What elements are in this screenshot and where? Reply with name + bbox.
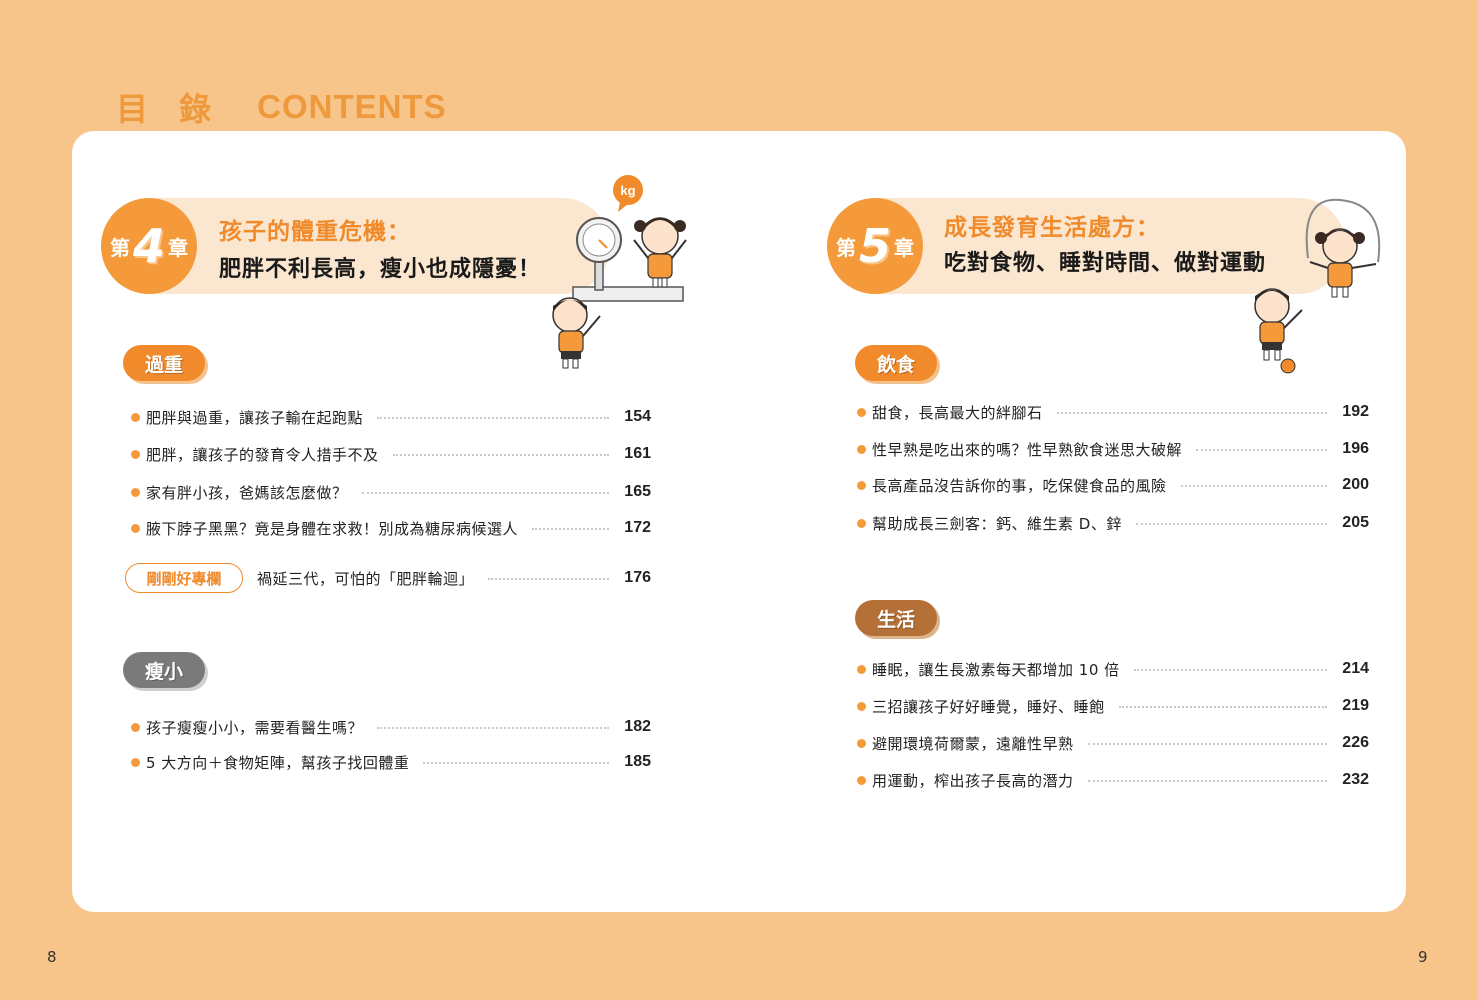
toc-entry[interactable]: 肥胖與過重，讓孩子輸在起跑點 154 <box>131 405 651 429</box>
toc-entry[interactable]: 性早熟是吃出來的嗎？性早熟飲食迷思大破解 196 <box>857 437 1369 461</box>
bullet-icon <box>857 480 866 490</box>
bullet-icon <box>131 412 140 422</box>
page-number-right: 9 <box>1418 948 1428 966</box>
toc-entry[interactable]: 避開環境荷爾蒙，遠離性早熟 226 <box>857 731 1369 755</box>
section-tag-diet: 飲食 <box>855 345 937 381</box>
chapter-4-title: 孩子的體重危機： <box>219 219 411 245</box>
bullet-icon <box>131 757 140 767</box>
toc-entry[interactable]: 家有胖小孩，爸媽該怎麼做？ 165 <box>131 480 651 504</box>
chapter-4-badge: 第 4 章 <box>101 198 197 294</box>
chapter-5-subtitle: 吃對食物、睡對時間、做對運動 <box>944 251 1267 276</box>
toc-column-entry[interactable]: 剛剛好專欄 禍延三代，可怕的「肥胖輪迴」 176 <box>125 563 651 593</box>
toc-entry[interactable]: 幫助成長三劍客：鈣、維生素 D、鋅 205 <box>857 511 1369 535</box>
bullet-icon <box>857 775 866 785</box>
bullet-icon <box>131 487 140 497</box>
bullet-icon <box>857 518 866 528</box>
page-number-left: 8 <box>47 948 57 966</box>
bullet-icon <box>131 449 140 459</box>
title-english: CONTENTS <box>257 88 447 125</box>
jump-rope-kids-illustration <box>1254 198 1381 374</box>
bullet-icon <box>857 738 866 748</box>
toc-entry[interactable]: 用運動，榨出孩子長高的潛力 232 <box>857 768 1369 792</box>
bullet-icon <box>857 701 866 711</box>
toc-entry[interactable]: 長高產品沒告訴你的事，吃保健食品的風險 200 <box>857 473 1369 497</box>
toc-entry[interactable]: 睡眠，讓生長激素每天都增加 10 倍 214 <box>857 657 1369 681</box>
bullet-icon <box>857 664 866 674</box>
section-tag-overweight: 過重 <box>123 345 205 381</box>
toc-entry[interactable]: 肥胖，讓孩子的發育令人措手不及 161 <box>131 442 651 466</box>
toc-entry[interactable]: 三招讓孩子好好睡覺，睡好、睡飽 219 <box>857 694 1369 718</box>
bullet-icon <box>857 444 866 454</box>
bullet-icon <box>131 722 140 732</box>
section-tag-underweight: 瘦小 <box>123 652 205 688</box>
kg-label: kg <box>620 183 635 198</box>
toc-entry[interactable]: 5 大方向＋食物矩陣，幫孩子找回體重 185 <box>131 750 651 774</box>
chapter-4-subtitle: 肥胖不利長高，瘦小也成隱憂！ <box>219 257 542 282</box>
column-badge: 剛剛好專欄 <box>125 563 243 593</box>
scale-kids-illustration: kg <box>552 175 687 369</box>
toc-entry[interactable]: 孩子瘦瘦小小，需要看醫生嗎？ 182 <box>131 715 651 739</box>
chapter-5-badge: 第 5 章 <box>827 198 923 294</box>
toc-entry[interactable]: 腋下脖子黑黑？竟是身體在求救！別成為糖尿病候選人 172 <box>131 516 651 540</box>
toc-entry[interactable]: 甜食，長高最大的絆腳石 192 <box>857 400 1369 424</box>
title-chinese: 目 錄 <box>116 90 222 128</box>
section-tag-lifestyle: 生活 <box>855 600 937 636</box>
chapter-5-title: 成長發育生活處方： <box>944 215 1160 241</box>
bullet-icon <box>131 523 140 533</box>
page-title: 目 錄 CONTENTS <box>116 84 447 130</box>
bullet-icon <box>857 407 866 417</box>
